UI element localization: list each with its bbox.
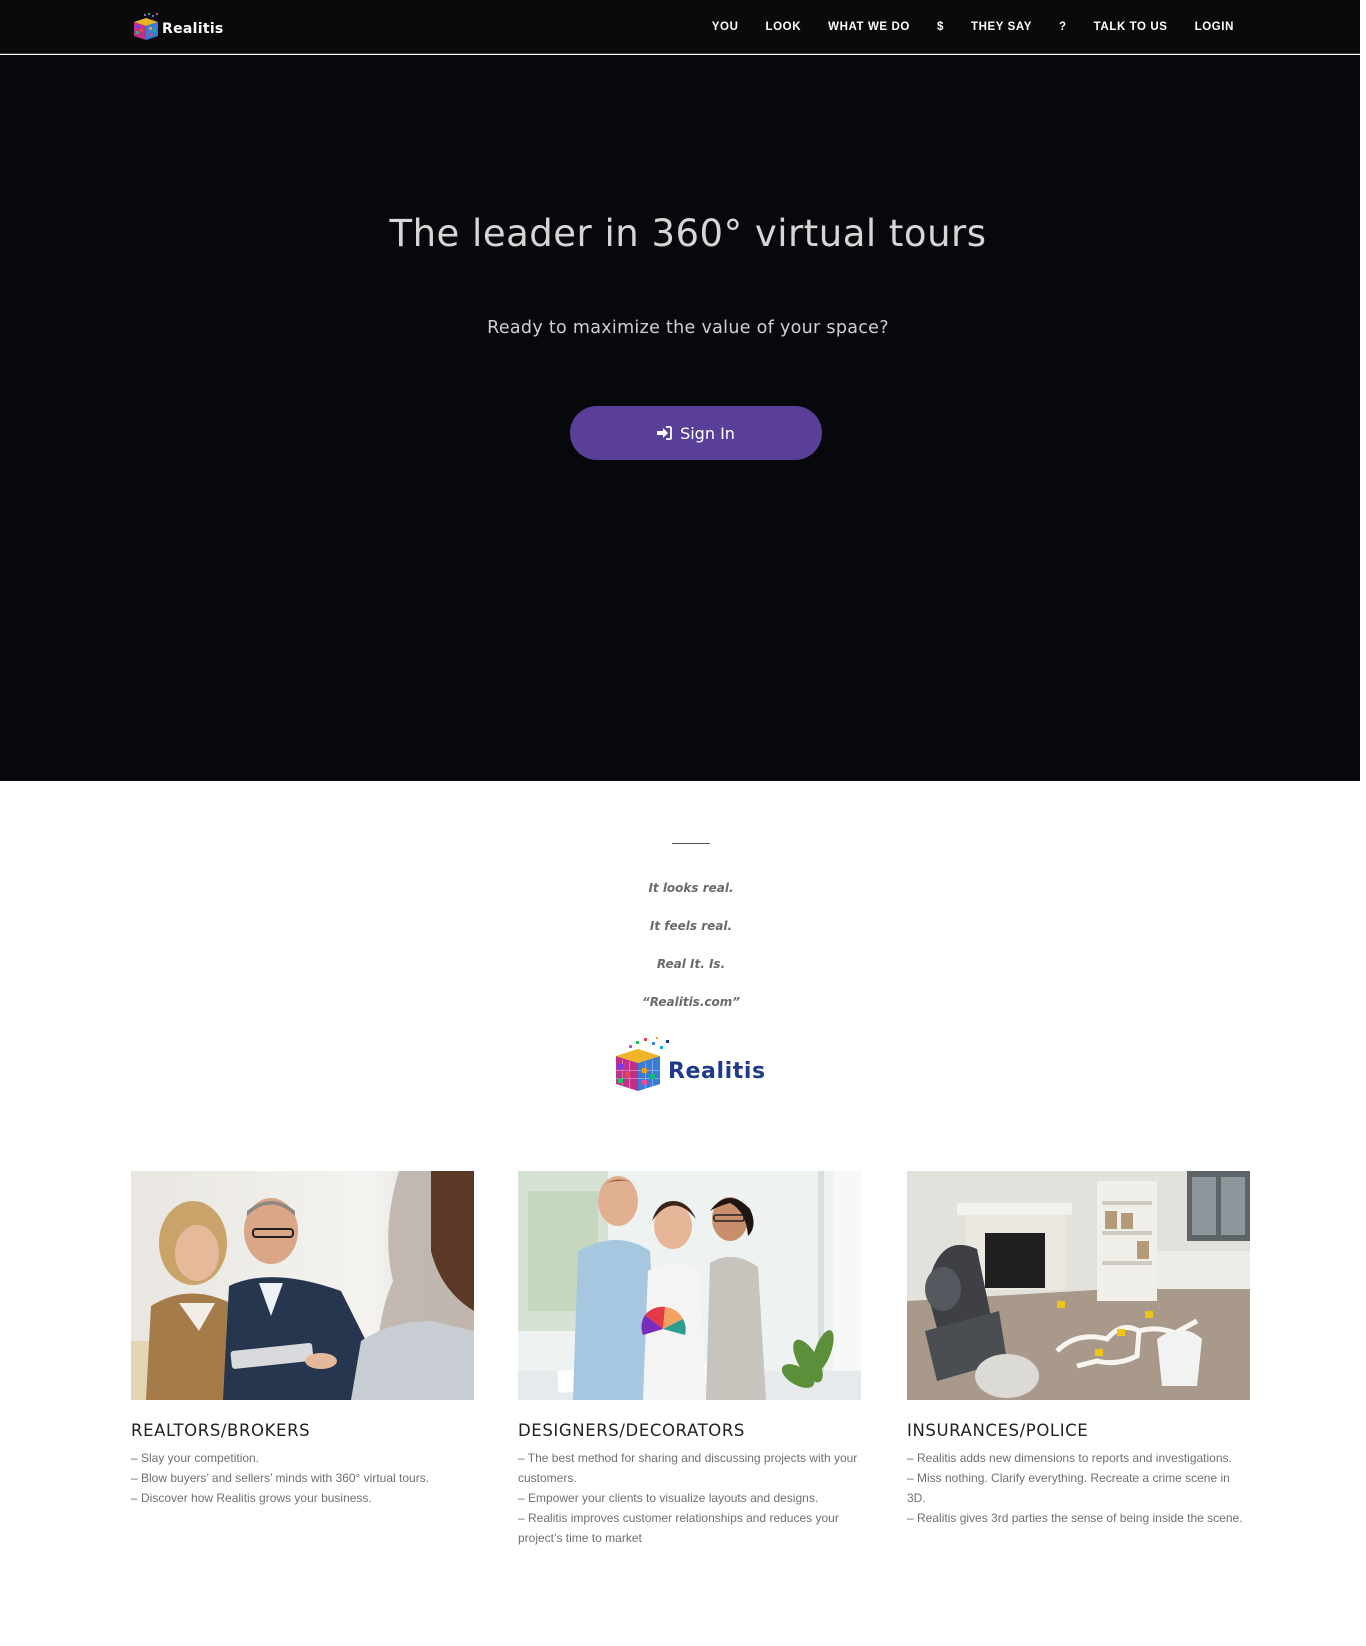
card-bullets: – Slay your competition. – Blow buyers’ … [131, 1448, 474, 1508]
main-nav: YOU LOOK WHAT WE DO $ THEY SAY ? TALK TO… [685, 0, 1234, 54]
tagline-line-4: “Realitis.com” [642, 995, 740, 1009]
tagline-line-3: Real It. Is. [656, 957, 726, 971]
card-insurances: INSURANCES/POLICE – Realitis adds new di… [907, 1171, 1250, 1528]
bullet: – Realitis improves customer relationshi… [518, 1511, 839, 1545]
designers-photo [518, 1171, 861, 1400]
sign-in-label: Sign In [680, 423, 735, 443]
bullet: – Realitis adds new dimensions to report… [907, 1451, 1232, 1465]
bullet: – Blow buyers’ and sellers’ minds with 3… [131, 1471, 430, 1485]
card-title: DESIGNERS/DECORATORS [518, 1421, 745, 1440]
hero-title: The leader in 360° virtual tours [389, 212, 987, 255]
card-bullets: – The best method for sharing and discus… [518, 1448, 861, 1548]
card-realtors: REALTORS/BROKERS – Slay your competition… [131, 1171, 474, 1508]
realtors-photo [131, 1171, 474, 1400]
nav-talk-to-us[interactable]: TALK TO US [1094, 21, 1168, 33]
realitis-logo: Realitis [614, 1036, 770, 1094]
nav-login[interactable]: LOGIN [1195, 21, 1234, 33]
nav-they-say[interactable]: THEY SAY [971, 21, 1032, 33]
bullet: – Realitis gives 3rd parties the sense o… [907, 1511, 1243, 1525]
top-navbar: Realitis YOU LOOK WHAT WE DO $ THEY SAY … [0, 0, 1366, 54]
tagline-line-1: It looks real. [648, 881, 734, 895]
hero-section: The leader in 360° virtual tours Ready t… [0, 55, 1366, 781]
bullet: – Miss nothing. Clarify everything. Recr… [907, 1471, 1230, 1505]
cube-logo-icon [616, 1037, 669, 1091]
logo-text: Realitis [162, 21, 224, 37]
site-logo[interactable]: Realitis [132, 11, 224, 43]
section-divider [672, 843, 710, 844]
hero-subtitle: Ready to maximize the value of your spac… [487, 318, 889, 338]
card-title: REALTORS/BROKERS [131, 1421, 311, 1440]
logo-wordmark: Realitis [668, 1059, 766, 1084]
bullet: – Slay your competition. [131, 1451, 260, 1465]
nav-faq[interactable]: ? [1059, 21, 1067, 33]
nav-what-we-do[interactable]: WHAT WE DO [828, 21, 910, 33]
nav-pricing[interactable]: $ [937, 21, 944, 33]
insurances-photo [907, 1171, 1250, 1400]
sign-in-button[interactable]: Sign In [570, 406, 822, 460]
card-designers: DESIGNERS/DECORATORS – The best method f… [518, 1171, 861, 1548]
tagline-line-2: It feels real. [649, 919, 733, 933]
bullet: – Discover how Realitis grows your busin… [131, 1491, 372, 1505]
page-edge [1360, 0, 1366, 781]
sign-in-icon [657, 426, 672, 440]
cube-logo-icon [134, 13, 158, 40]
card-title: INSURANCES/POLICE [907, 1421, 1089, 1440]
nav-you[interactable]: YOU [712, 21, 739, 33]
bullet: – Empower your clients to visualize layo… [518, 1491, 819, 1505]
nav-look[interactable]: LOOK [766, 21, 802, 33]
bullet: – The best method for sharing and discus… [518, 1451, 858, 1485]
card-bullets: – Realitis adds new dimensions to report… [907, 1448, 1250, 1528]
